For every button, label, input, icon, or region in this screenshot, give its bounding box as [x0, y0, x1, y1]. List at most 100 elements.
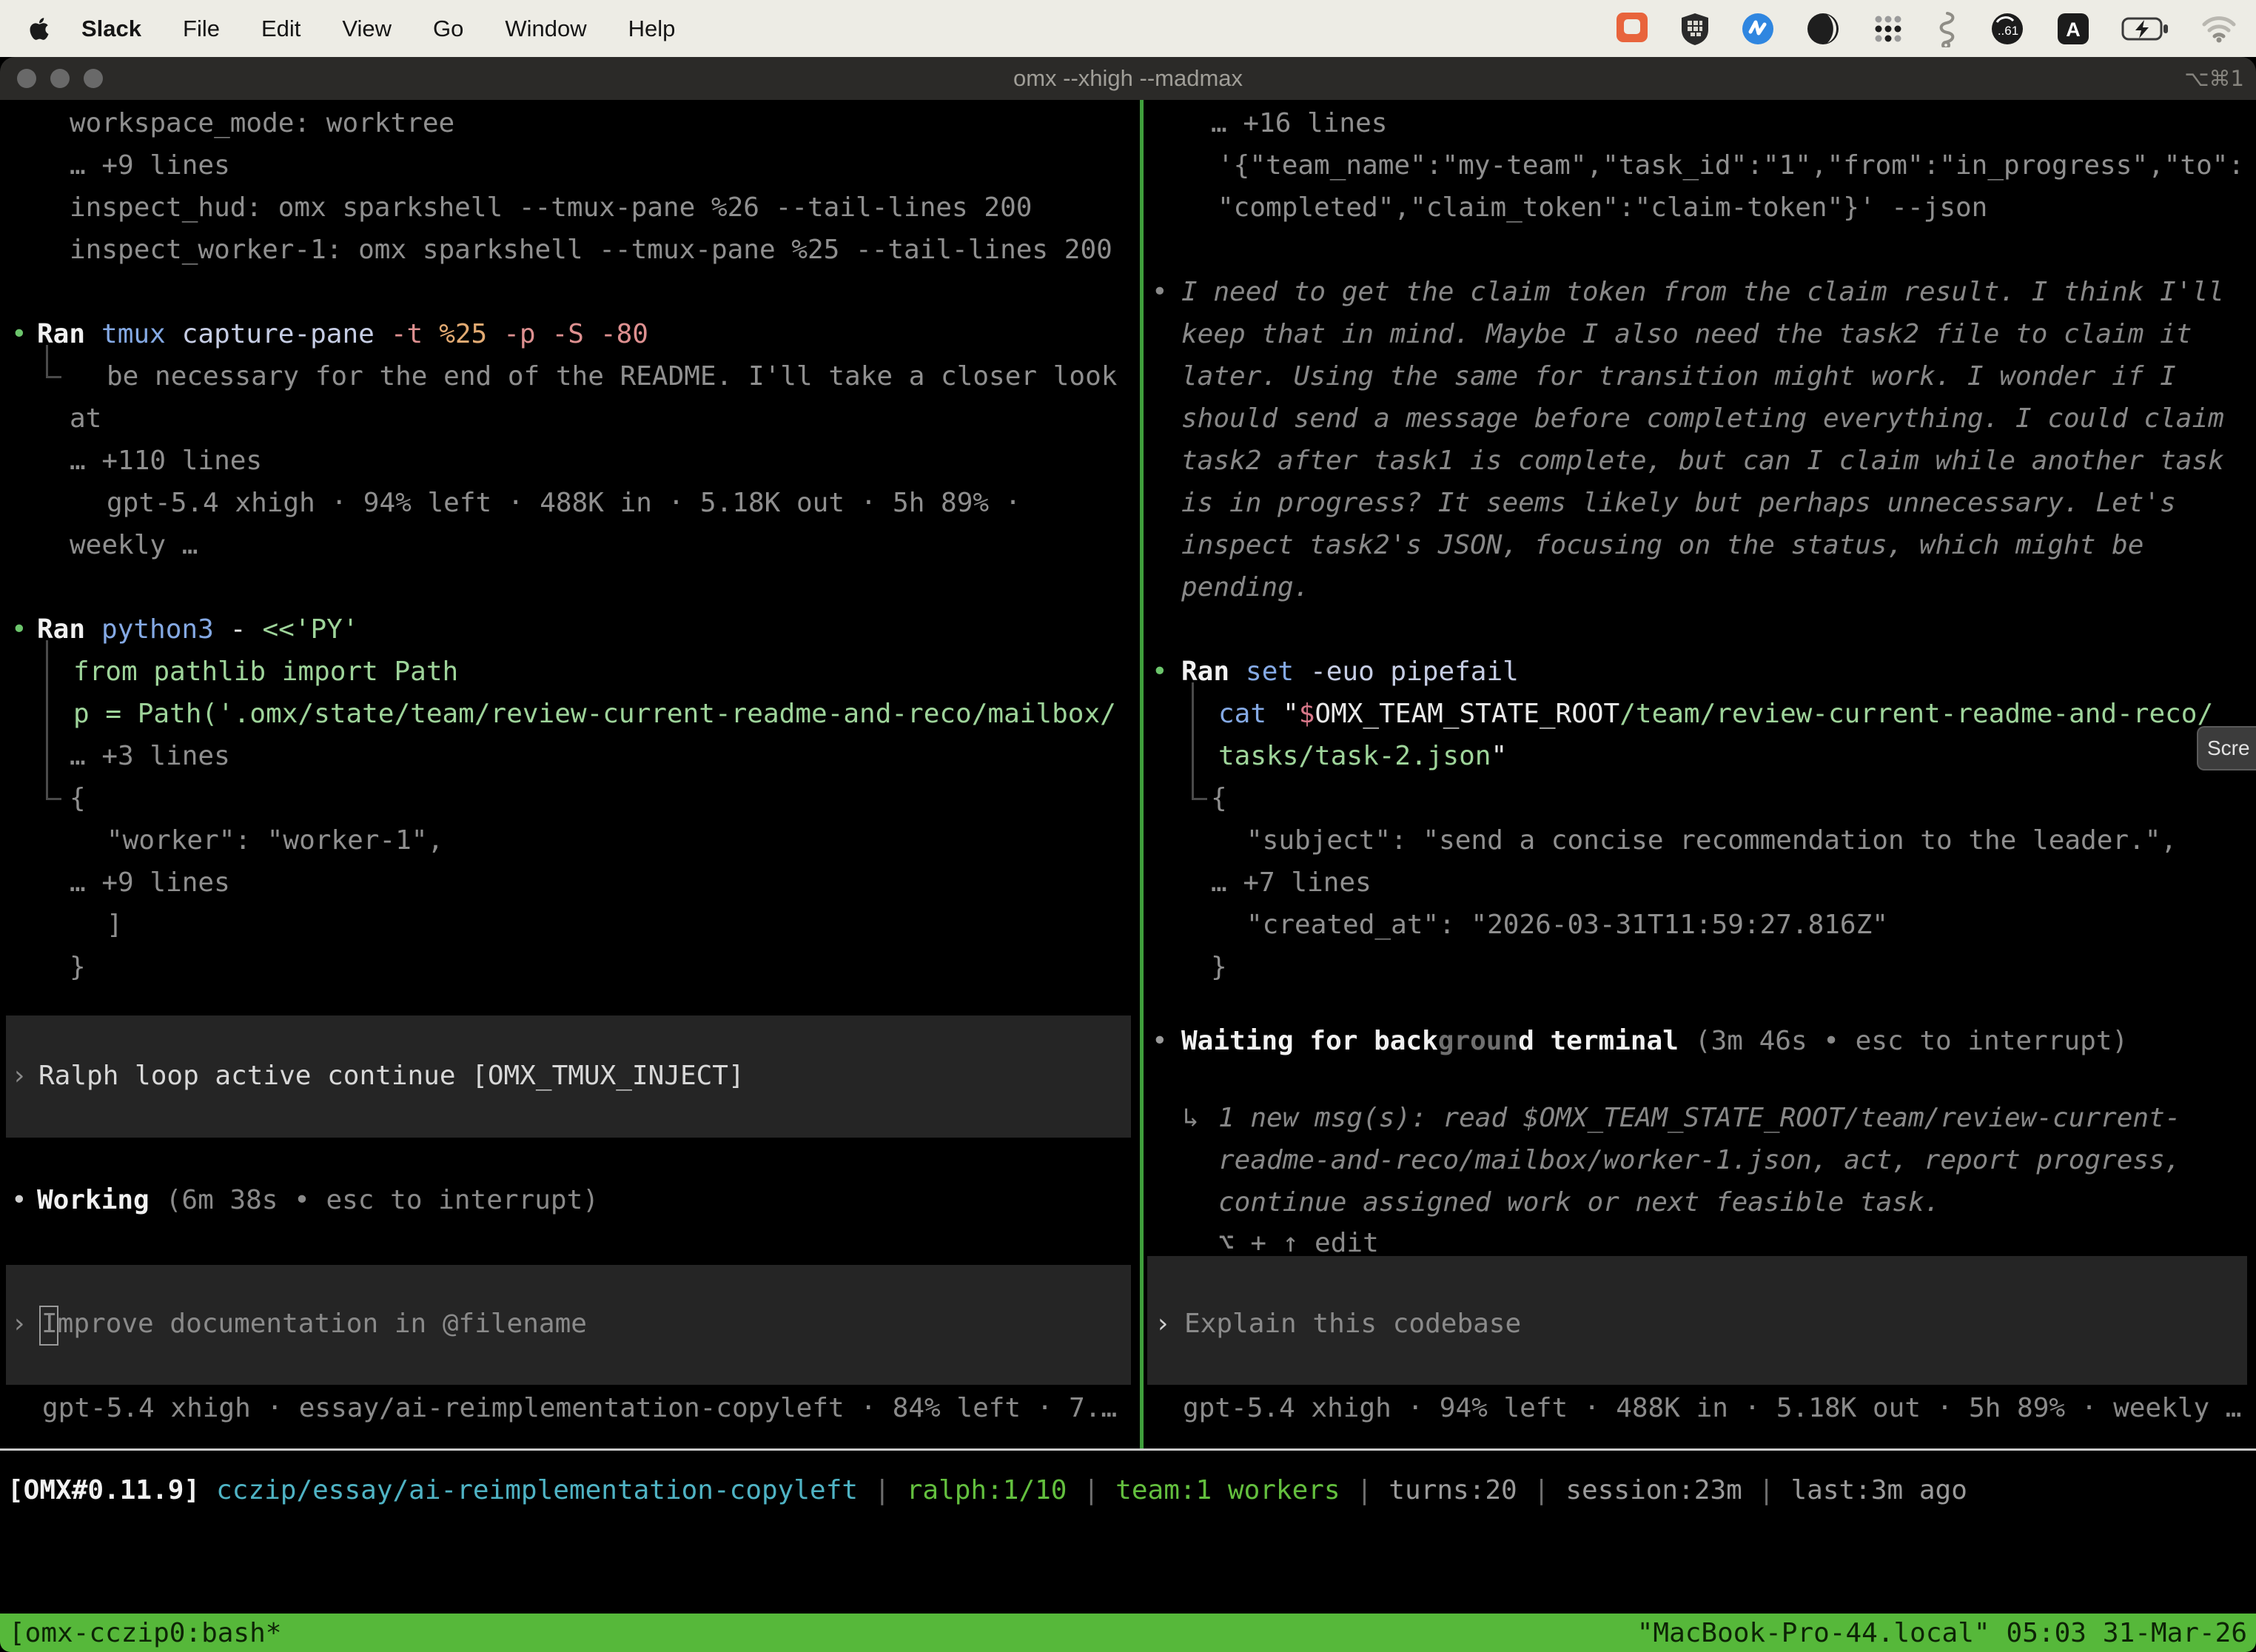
run1-flag-p: -p: [503, 319, 535, 349]
run2-command: Ranpython3-<<'PY': [37, 608, 358, 651]
run1-out-2: at: [70, 397, 101, 440]
omx-version: [OMX#0.11.9]: [7, 1475, 200, 1505]
waiting-label-c: d terminal: [1518, 1026, 1679, 1056]
thinking-bullet: •: [1152, 271, 1168, 313]
run1-cmd: tmux: [101, 319, 166, 349]
cat-command: cat"$OMX_TEAM_STATE_ROOT/team/review-cur…: [1218, 693, 2213, 735]
squiggle-icon[interactable]: [1936, 10, 1958, 47]
right-input-placeholder[interactable]: Explain this codebase: [1184, 1303, 1521, 1345]
ralph-text: Ralph loop active continue [OMX_TMUX_INJ…: [38, 1055, 745, 1097]
window-title: omx --xhigh --madmax: [0, 57, 2256, 100]
run2-code-1: from pathlib import Path: [73, 651, 458, 693]
mailbox-note-line: 1 new msg(s): read $OMX_TEAM_STATE_ROOT/…: [1218, 1097, 2181, 1139]
omx-hud-line: [OMX#0.11.9] cczip/essay/ai-reimplementat…: [7, 1469, 1967, 1511]
cat-env-var: OMX_TEAM_STATE_ROOT: [1315, 699, 1619, 729]
run2-json-close: }: [70, 946, 86, 988]
title-bar: omx --xhigh --madmax ⌥⌘1: [0, 57, 2256, 100]
chat-app-icon[interactable]: [1615, 11, 1649, 47]
menu-item-view[interactable]: View: [342, 16, 392, 42]
menu-item-file[interactable]: File: [183, 16, 220, 42]
left-intro-line: workspace_mode: worktree: [70, 102, 454, 144]
right-prompt-icon: ›: [1155, 1303, 1171, 1345]
battery-icon[interactable]: [2121, 16, 2170, 41]
run1-flag-s: -S: [552, 319, 584, 349]
left-intro-inspect-worker: inspect_worker-1: omx sparkshell --tmux-…: [70, 229, 1112, 271]
omx-project: cczip/essay/ai-reimplementation-copyleft: [216, 1475, 858, 1505]
right-intro-json-2: "completed","claim_token":"claim-token"}…: [1218, 187, 1987, 229]
run2-out-more-1: … +3 lines: [70, 735, 230, 777]
run1-flag-80: -80: [600, 319, 648, 349]
tmux-status-bar[interactable]: [omx-cczip0:bash* "MacBook-Pro-44.local"…: [0, 1614, 2256, 1652]
run1-out-weekly: weekly …: [70, 524, 198, 566]
working-meta: (6m 38s • esc to interrupt): [166, 1185, 599, 1215]
waiting-meta: (3m 46s • esc to interrupt): [1695, 1026, 2128, 1056]
run2-code-2: p = Path('.omx/state/team/review-current…: [73, 693, 1116, 735]
menu-item-window[interactable]: Window: [505, 16, 586, 42]
hud-separator: |: [874, 1475, 890, 1505]
run1-subcmd: capture-pane: [182, 319, 375, 349]
run3-cmd: set: [1246, 657, 1294, 687]
tmux-date: 31-Mar-26: [2103, 1618, 2247, 1648]
mailbox-note-line: continue assigned work or next feasible …: [1218, 1181, 1940, 1223]
menu-status-icons: ..61 A: [1615, 10, 2256, 47]
menu-item-edit[interactable]: Edit: [261, 16, 301, 42]
left-prompt-icon: ›: [11, 1303, 27, 1345]
run1-arg-pane: %25: [439, 319, 487, 349]
tmux-session-name: [omx-cczip0:bash*: [9, 1618, 281, 1648]
hud-separator: |: [1083, 1475, 1099, 1505]
ralph-prompt-icon: ›: [11, 1055, 27, 1097]
waiting-label-a: Waiting for back: [1181, 1026, 1438, 1056]
pane-divider[interactable]: [1140, 100, 1144, 1448]
input-source-letter: A: [2066, 19, 2081, 41]
menu-item-help[interactable]: Help: [628, 16, 676, 42]
hud-separator: |: [1357, 1475, 1373, 1505]
thinking-line: I need to get the claim token from the c…: [1181, 271, 2224, 313]
apple-menu[interactable]: [30, 16, 49, 41]
right-intro-json-1: '{"team_name":"my-team","task_id":"1","f…: [1218, 144, 2244, 187]
run2-json-worker: "worker": "worker-1",: [107, 819, 443, 862]
blue-badge-icon[interactable]: [1741, 12, 1775, 46]
run3-output-connector: [1192, 682, 1207, 800]
tmux-host-clock: "MacBook-Pro-44.local"05:0331-Mar-26: [1637, 1618, 2247, 1648]
menu-app-name[interactable]: Slack: [81, 16, 141, 42]
omx-team-workers: team:1 workers: [1115, 1475, 1340, 1505]
window-shortcut: ⌥⌘1: [2184, 57, 2244, 100]
battery-badge-icon[interactable]: ..61: [1990, 12, 2025, 46]
run2-bullet: •: [11, 608, 27, 651]
shield-icon[interactable]: [1680, 12, 1710, 46]
hud-separator: |: [1534, 1475, 1550, 1505]
cat-dollar: $: [1299, 699, 1315, 729]
thinking-line: pending.: [1181, 566, 1309, 608]
terminal-window: omx --xhigh --madmax ⌥⌘1 workspace_mode:…: [0, 57, 2256, 1652]
left-status-line: gpt-5.4 xhigh · essay/ai-reimplementatio…: [42, 1387, 1117, 1429]
thinking-line: task2 after task1 is complete, but can I…: [1181, 440, 2224, 482]
omx-last-activity: last:3m ago: [1790, 1475, 1967, 1505]
waiting-status: Waiting for background terminal (3m 46s •…: [1181, 1020, 2128, 1062]
omx-turns: turns:20: [1389, 1475, 1517, 1505]
thinking-line: should send a message before completing …: [1181, 397, 2224, 440]
run3-json-created: "created_at": "2026-03-31T11:59:27.816Z": [1246, 904, 1888, 946]
run2-dash: -: [230, 614, 246, 645]
input-source-icon[interactable]: A: [2056, 12, 2090, 46]
tmux-hostname: "MacBook-Pro-44.local": [1637, 1618, 1990, 1648]
run3-json-open: {: [1211, 777, 1227, 819]
run3-bullet: •: [1152, 651, 1168, 693]
screen-tooltip: Scre: [2197, 726, 2256, 770]
run2-output-connector: [46, 640, 61, 800]
wifi-icon[interactable]: [2201, 15, 2237, 43]
dots-grid-icon[interactable]: [1871, 12, 1905, 46]
crescent-icon[interactable]: [1806, 12, 1840, 46]
run1-bullet: •: [11, 313, 27, 355]
battery-badge-text: ..61: [1998, 24, 2018, 38]
run3-args: -euo pipefail: [1310, 657, 1519, 687]
left-input-placeholder[interactable]: Improve documentation in @filename: [41, 1303, 587, 1345]
run1-out-more: … +110 lines: [70, 440, 262, 482]
run1-out-stats: gpt-5.4 xhigh · 94% left · 488K in · 5.1…: [107, 482, 1021, 524]
waiting-label-shimmer: groun: [1438, 1026, 1518, 1056]
pane-bottom-border: [0, 1448, 2256, 1451]
hud-separator: |: [1759, 1475, 1775, 1505]
working-bullet: •: [11, 1179, 27, 1221]
cat-path-2: tasks/task-2.json: [1218, 741, 1491, 771]
menu-item-go[interactable]: Go: [433, 16, 463, 42]
omx-session-time: session:23m: [1565, 1475, 1742, 1505]
